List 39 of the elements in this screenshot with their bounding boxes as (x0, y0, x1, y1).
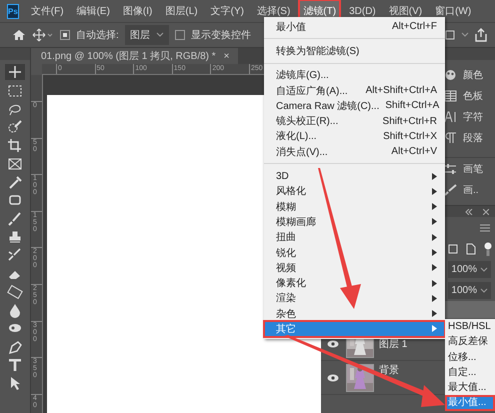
panel-label: 画.. (463, 184, 479, 196)
menu-item[interactable]: 编辑(E) (72, 0, 115, 23)
app-logo: Ps (7, 4, 19, 18)
menu-item[interactable]: 其它 (264, 321, 445, 337)
fill-dropdown[interactable]: 100% (448, 282, 491, 299)
menu-item[interactable]: 位移... (445, 350, 495, 365)
menu-item[interactable]: 扭曲 (264, 230, 445, 245)
opacity-dropdown[interactable]: 100% (448, 261, 491, 278)
menu-item[interactable]: 杂色 (264, 306, 445, 322)
document-tab[interactable]: 01.png @ 100% (图层 1 拷贝, RGB/8) * × (31, 48, 238, 64)
menu-item[interactable]: 最大值... (445, 380, 495, 396)
close-tab-button[interactable]: × (224, 50, 230, 62)
menu-item[interactable]: 最小值... (445, 395, 495, 411)
menu-item[interactable]: 图像(I) (118, 0, 158, 23)
menu-item[interactable]: 模糊画廊 (264, 214, 445, 230)
layer-name: 图层 1 (379, 338, 408, 350)
menu-item[interactable]: 高反差保 (445, 334, 495, 350)
target-dropdown[interactable]: 图层 (124, 25, 169, 45)
show-transform-label: 显示变换控件 (190, 28, 251, 42)
menu-item[interactable]: 3D(D) (344, 0, 381, 22)
auto-select-label: 自动选择: (76, 28, 119, 42)
menu-item[interactable]: 锐化 (264, 244, 445, 260)
menu-item[interactable]: 像素化 (264, 275, 445, 291)
menu-item[interactable]: 图层(L) (160, 0, 203, 23)
menu-item[interactable]: 文件(F) (26, 0, 69, 23)
panel-label: 颜色 (463, 68, 483, 82)
menu-item[interactable]: 模糊 (264, 198, 445, 214)
menu-item[interactable]: 自定... (445, 364, 495, 380)
menu-item[interactable]: 文字(Y) (206, 0, 249, 23)
menu-item[interactable]: 转换为智能滤镜(S) (264, 43, 445, 59)
menu-item[interactable]: 视频 (264, 260, 445, 276)
panel-label: 色板 (463, 90, 483, 102)
panel-label: 段落 (463, 132, 483, 144)
panel-label: 字符 (463, 110, 483, 124)
layer-name: 背景 (379, 364, 399, 377)
menu-item[interactable]: HSB/HSL (445, 319, 495, 334)
panel-label: 画笔 (463, 162, 483, 176)
menu-item[interactable]: 渲染 (264, 290, 445, 306)
document-title: 01.png @ 100% (图层 1 拷贝, RGB/8) * (41, 50, 216, 63)
